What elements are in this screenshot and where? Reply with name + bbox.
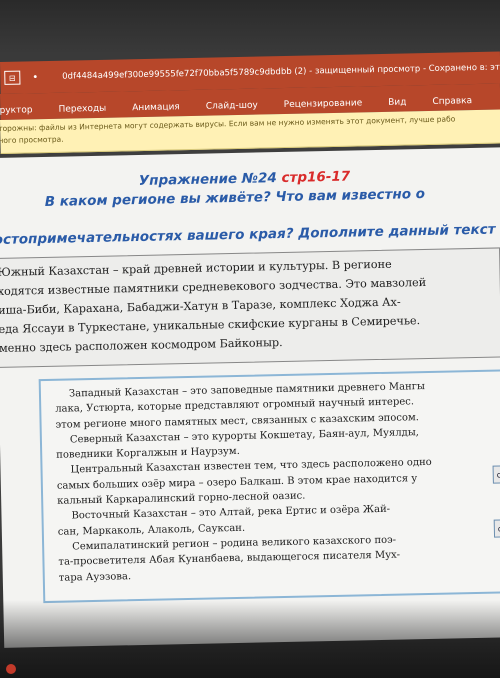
autosave-dot: • [32, 71, 39, 83]
tab-help[interactable]: Справка [432, 96, 472, 107]
tab-review[interactable]: Рецензирование [284, 98, 363, 110]
side-action-button-1[interactable]: сп [492, 465, 500, 484]
slide-question-line2: остопримечательностях вашего края? Допол… [0, 221, 496, 249]
side-action-button-2[interactable]: о [493, 519, 500, 538]
photo-shadow [0, 600, 500, 678]
tab-slideshow[interactable]: Слайд-шоу [206, 101, 258, 112]
tab-designer[interactable]: труктор [0, 105, 33, 116]
photo-frame: ⊟ • 0df4484a499ef300e99555fe72f70bba5f57… [0, 0, 500, 678]
text-box-regions: Западный Казахстан – это заповедные памя… [38, 369, 500, 604]
taskbar-app-icon[interactable] [6, 664, 16, 674]
window-title: 0df4484a499ef300e99555fe72f70bba5f5789c9… [62, 62, 500, 82]
page-reference: стр16-17 [281, 168, 351, 186]
tab-transitions[interactable]: Переходы [58, 104, 106, 115]
powerpoint-app-icon: ⊟ [4, 70, 21, 85]
tab-view[interactable]: Вид [388, 97, 406, 107]
text-box-south-kazakhstan: Южный Казахстан – край древней истории и… [0, 247, 500, 369]
exercise-number: Упражнение №24 [138, 169, 282, 189]
slide-canvas: Упражнение №24 стр16-17 В каком регионе … [0, 147, 500, 648]
tab-animations[interactable]: Анимация [132, 102, 180, 113]
